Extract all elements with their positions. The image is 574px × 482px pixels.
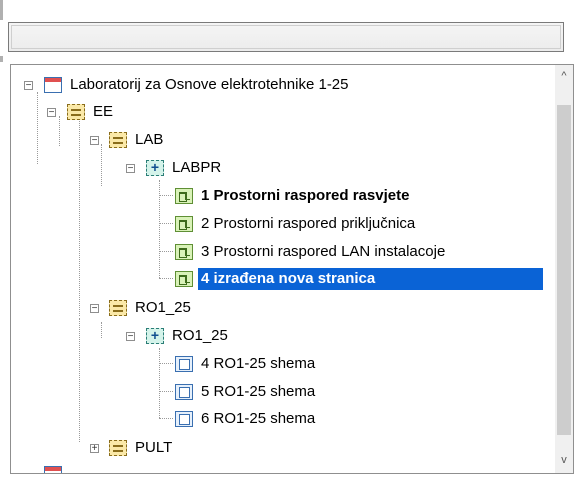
project-tree: − Laboratorij za Osnove elektrotehnike 1…	[11, 65, 555, 473]
tree-node-label: LABPR	[172, 159, 222, 176]
tree-node-label: RO1_25	[135, 299, 191, 316]
expand-toggle-icon[interactable]: +	[90, 444, 99, 454]
tree-node-ro1-25-folder[interactable]: − RO1_25	[11, 296, 551, 320]
project-icon	[44, 466, 62, 473]
tree-node-label: 6 RO1-25 shema	[201, 410, 316, 427]
tree-node-lab[interactable]: − LAB	[11, 128, 551, 152]
tree-node-label: LAB	[135, 131, 164, 148]
tree-node-label: 3 Prostorni raspored LAN instalacoje	[201, 243, 446, 260]
page-icon	[175, 244, 193, 260]
group-icon: +	[146, 160, 164, 176]
scroll-up-arrow-icon[interactable]: ^	[555, 67, 573, 85]
tree-node-label: RO1_25	[172, 327, 228, 344]
collapse-toggle-icon[interactable]: −	[126, 332, 135, 342]
schema-icon	[175, 384, 193, 400]
tree-node-label: Laboratorij za Osnove elektrotehnike 1-2…	[70, 76, 349, 93]
tree-schema-item[interactable]: 5 RO1-25 shema	[11, 380, 551, 404]
page-icon	[175, 271, 193, 287]
tree-node-ee[interactable]: − EE	[11, 100, 551, 124]
folder-icon	[109, 440, 127, 456]
project-icon	[44, 77, 62, 93]
path-input-value	[11, 25, 561, 49]
collapse-toggle-icon[interactable]: −	[90, 304, 99, 314]
vertical-scrollbar[interactable]: ^ v	[555, 65, 573, 473]
collapse-toggle-icon[interactable]: −	[90, 136, 99, 146]
group-icon: +	[146, 328, 164, 344]
tree-node-label: 2 Prostorni raspored priključnica	[201, 215, 416, 232]
folder-icon	[109, 132, 127, 148]
tree-schema-item[interactable]: 6 RO1-25 shema	[11, 407, 551, 431]
tree-schema-item[interactable]: 4 RO1-25 shema	[11, 352, 551, 376]
scroll-thumb[interactable]	[557, 105, 571, 435]
tree-node-labpr[interactable]: − + LABPR	[11, 156, 551, 180]
tree-page-item-selected[interactable]: 4 izrađena nova stranica	[11, 267, 551, 291]
tree-node-label: PULT	[135, 439, 173, 456]
scroll-down-arrow-icon[interactable]: v	[555, 451, 573, 469]
page-icon	[175, 188, 193, 204]
collapse-toggle-icon[interactable]: −	[126, 164, 135, 174]
tree-node-ro1-25-group[interactable]: − + RO1_25	[11, 324, 551, 348]
tree-node-label: 1 Prostorni raspored rasvjete	[201, 187, 410, 204]
tree-node-pult[interactable]: + PULT	[11, 436, 551, 460]
folder-icon	[67, 104, 85, 120]
tree-page-item[interactable]: 3 Prostorni raspored LAN instalacoje	[11, 240, 551, 264]
tree-node-root[interactable]: − Laboratorij za Osnove elektrotehnike 1…	[11, 73, 551, 97]
tree-node-label: 5 RO1-25 shema	[201, 383, 316, 400]
collapse-toggle-icon[interactable]: −	[24, 81, 33, 91]
tree-node-label: EE	[93, 103, 114, 120]
tree-node-label: 4 RO1-25 shema	[201, 355, 316, 372]
tree-page-item[interactable]: 1 Prostorni raspored rasvjete	[11, 184, 551, 208]
left-edge-sliver-lower	[0, 56, 3, 62]
folder-icon	[109, 300, 127, 316]
tree-node-label: 4 izrađena nova stranica	[198, 268, 543, 290]
page-icon	[175, 216, 193, 232]
project-tree-panel: − Laboratorij za Osnove elektrotehnike 1…	[10, 64, 574, 474]
tree-page-item[interactable]: 2 Prostorni raspored priključnica	[11, 212, 551, 236]
collapse-toggle-icon[interactable]: −	[47, 108, 56, 118]
left-edge-sliver	[0, 0, 3, 20]
schema-icon	[175, 411, 193, 427]
path-input-field[interactable]	[8, 22, 564, 52]
schema-icon	[175, 356, 193, 372]
